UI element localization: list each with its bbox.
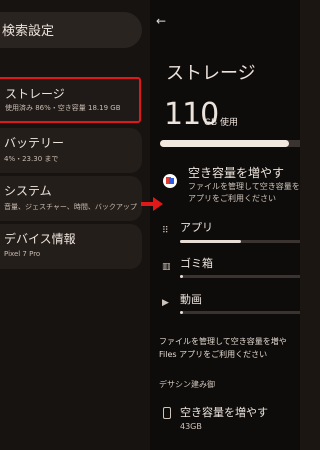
section-label: デサシン建み御 (159, 380, 215, 389)
suggestion-size: 43GB (180, 422, 202, 431)
page-title: ストレージ (166, 63, 256, 84)
files-app-note: Files アプリをご利用ください (159, 350, 268, 359)
settings-item-title: デバイス情報 (4, 232, 76, 246)
settings-item-system[interactable]: システム 音量、ジェスチャー、時間、バックアップ (0, 176, 142, 221)
video-icon: ▶ (162, 298, 169, 308)
settings-item-subtitle: Pixel 7 Pro (4, 250, 41, 258)
category-apps-bar-fill (180, 240, 242, 243)
settings-item-title: システム (4, 184, 52, 198)
settings-item-title: バッテリー (4, 136, 65, 150)
settings-item-device-info[interactable]: デバイス情報 Pixel 7 Pro (0, 224, 142, 269)
storage-usage-bar (160, 140, 300, 147)
free-up-space-desc: ファイルを管理して空き容量を (188, 182, 300, 191)
files-app-icon (163, 174, 177, 188)
annotation-arrow-icon (141, 197, 163, 211)
settings-list-pane: 検索設定 ストレージ 使用済み 86%・空き容量 18.19 GB バッテリー … (0, 0, 150, 450)
category-trash-bar (180, 275, 300, 278)
search-settings-label: 検索設定 (2, 24, 55, 39)
settings-item-title: ストレージ (5, 87, 65, 101)
category-apps-bar (180, 240, 300, 243)
category-apps-label[interactable]: アプリ (180, 219, 213, 235)
settings-item-storage[interactable]: ストレージ 使用済み 86%・空き容量 18.19 GB (0, 77, 141, 123)
apps-grid-icon: ⠿ (162, 226, 169, 236)
category-video-bar (180, 311, 300, 314)
phone-storage-icon (163, 407, 171, 419)
storage-used-suffix: GB 使用 (204, 118, 239, 128)
category-video-label[interactable]: 動画 (180, 291, 202, 307)
storage-detail-pane: ← ストレージ 110 GB 使用 空き容量を増やす ファイルを管理して空き容量… (150, 0, 300, 450)
category-trash-bar-fill (180, 275, 183, 278)
settings-item-battery[interactable]: バッテリー 4%・23.30 まで (0, 128, 142, 173)
arrow-back-icon[interactable]: ← (156, 14, 166, 28)
files-app-note: ファイルを管理して空き容量を増や (159, 337, 287, 346)
category-trash-label[interactable]: ゴミ箱 (180, 255, 213, 271)
settings-item-subtitle: 使用済み 86%・空き容量 18.19 GB (5, 104, 121, 112)
free-up-space-title[interactable]: 空き容量を増やす (188, 164, 284, 181)
settings-item-subtitle: 音量、ジェスチャー、時間、バックアップ (4, 203, 137, 211)
category-video-bar-fill (180, 311, 183, 314)
storage-usage-bar-fill (160, 140, 289, 147)
suggestion-title[interactable]: 空き容量を増やす (180, 404, 268, 420)
trash-icon: ▥ (162, 262, 171, 272)
settings-item-subtitle: 4%・23.30 まで (4, 155, 59, 163)
free-up-space-desc: アプリをご利用ください (188, 194, 276, 203)
